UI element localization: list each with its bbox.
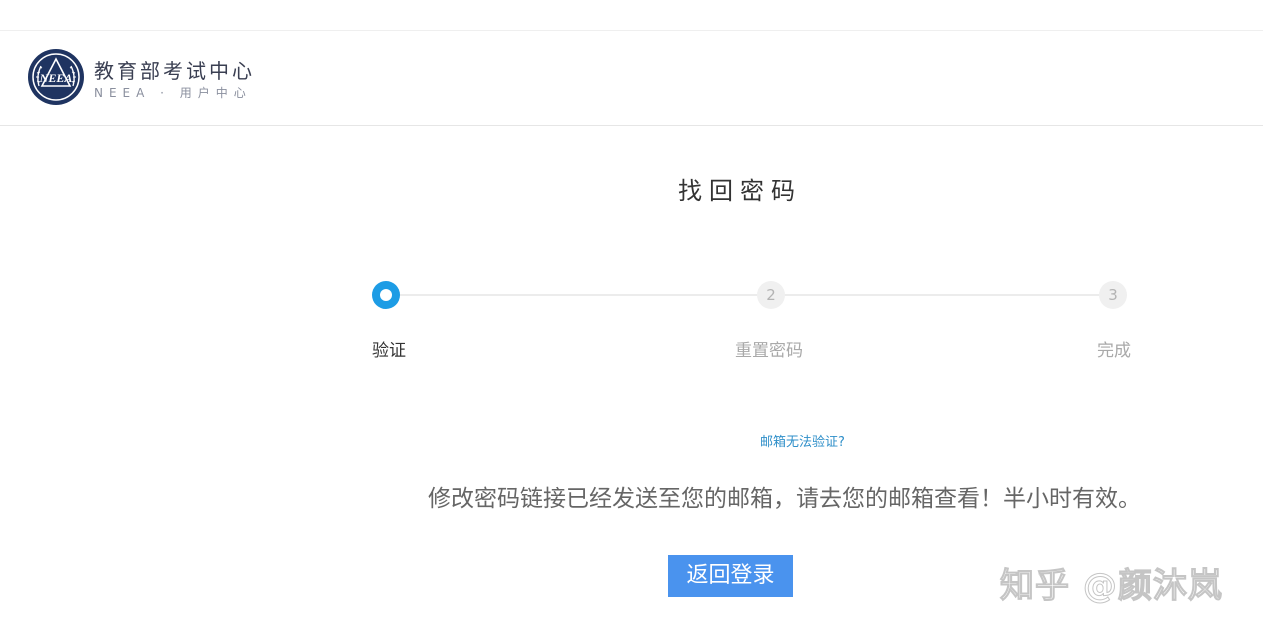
step-3-indicator: 3	[1099, 281, 1127, 309]
step-2-label: 重置密码	[735, 341, 803, 361]
step-connector-2	[785, 294, 1099, 296]
step-2-indicator: 2	[757, 281, 785, 309]
top-strip	[0, 0, 1263, 31]
site-subtitle: NEEA · 用户中心	[94, 86, 252, 100]
step-1-dot-icon	[380, 289, 392, 301]
email-verify-help-link[interactable]: 邮箱无法验证?	[760, 431, 845, 450]
step-1-label: 验证	[372, 341, 406, 361]
step-connector-1	[399, 294, 757, 296]
page-title: 找回密码	[678, 177, 802, 205]
email-sent-message: 修改密码链接已经发送至您的邮箱，请去您的邮箱查看！半小时有效。	[428, 486, 1141, 512]
step-1-indicator	[372, 281, 400, 309]
watermark: 知乎 @颜沐岚	[1000, 566, 1223, 607]
site-title: 教育部考试中心	[94, 59, 255, 83]
step-3-label: 完成	[1097, 341, 1131, 361]
logo-text: NEEA	[39, 71, 73, 85]
neea-logo-icon[interactable]: NEEA	[27, 48, 85, 106]
header: NEEA 教育部考试中心 NEEA · 用户中心	[0, 31, 1263, 126]
back-to-login-button[interactable]: 返回登录	[668, 555, 793, 597]
page: NEEA 教育部考试中心 NEEA · 用户中心 找回密码 2 3 验证 重置密…	[0, 0, 1263, 629]
